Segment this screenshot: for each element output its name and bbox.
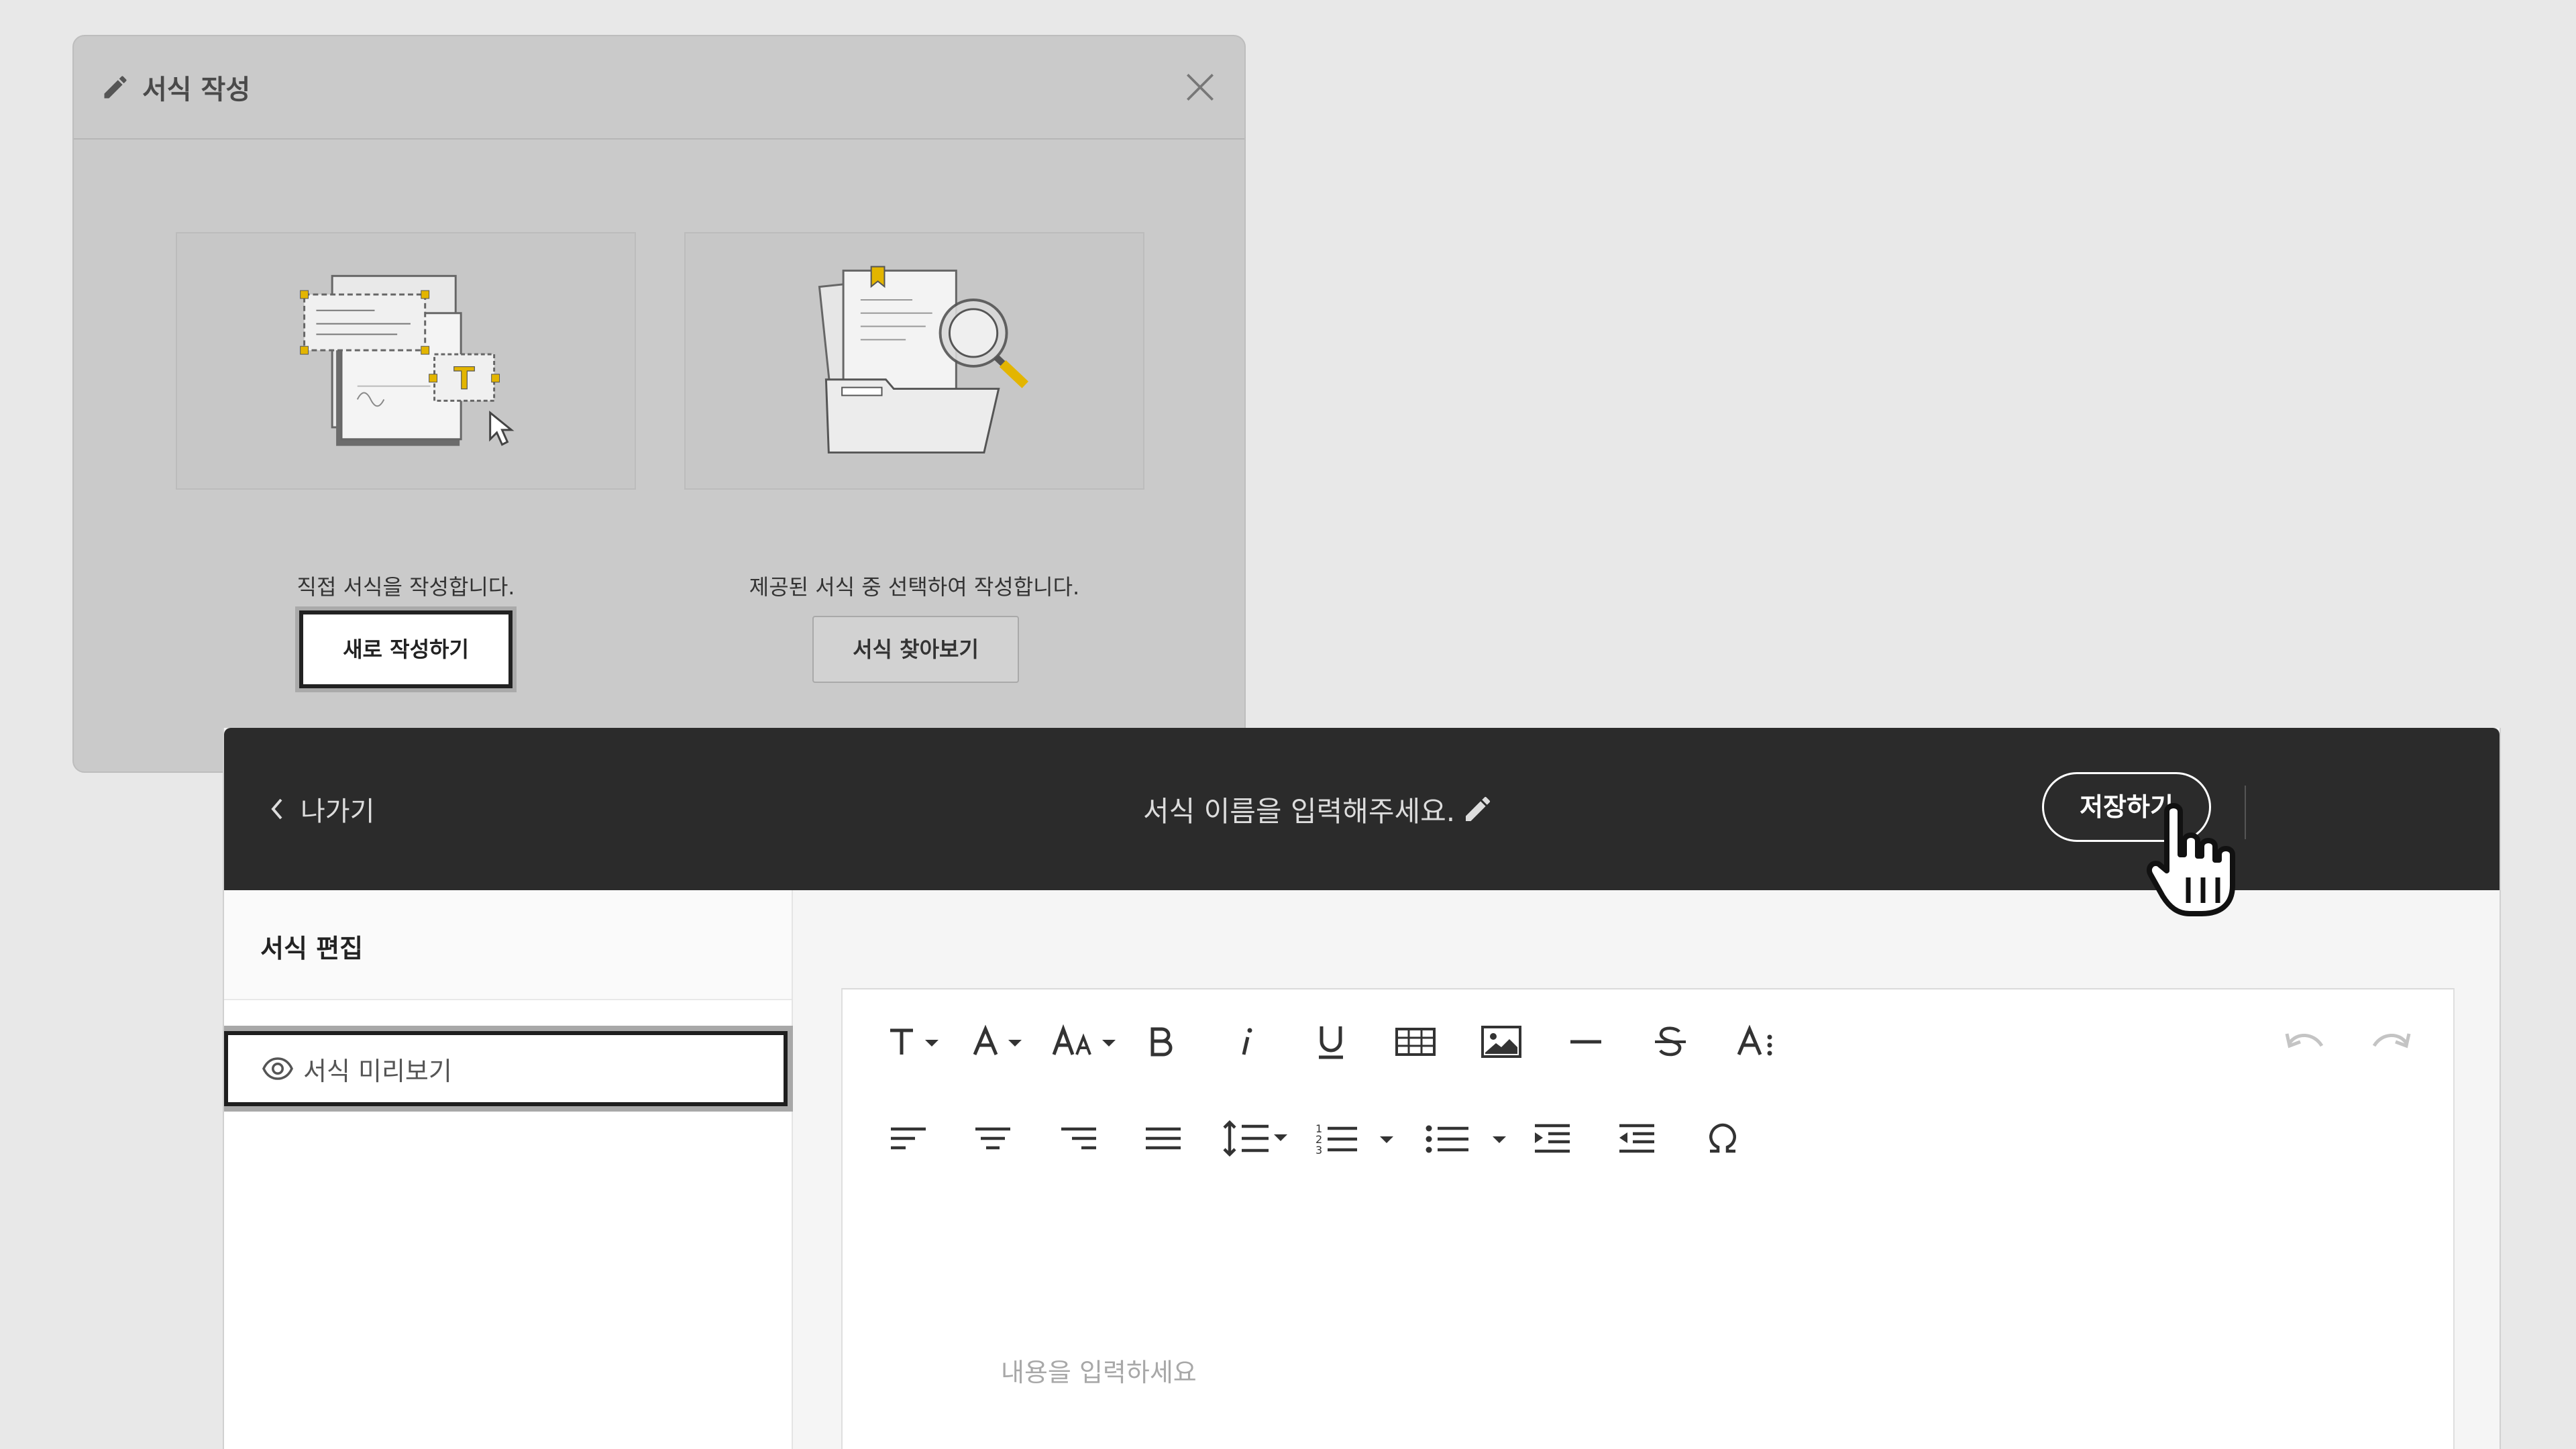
- form-name-placeholder: 서식 이름을 입력해주세요.: [1143, 794, 1456, 828]
- back-button[interactable]: 나가기: [267, 786, 374, 833]
- chevron-left-icon: [271, 798, 282, 820]
- italic-button[interactable]: [1221, 1016, 1272, 1067]
- align-justify-button[interactable]: [1138, 1113, 1189, 1164]
- editor-sidebar: 서식 편집 서식 미리보기: [224, 890, 793, 1449]
- bold-button[interactable]: [1135, 1016, 1186, 1067]
- underline-button[interactable]: [1305, 1016, 1356, 1067]
- folder-search-illustration-icon: [818, 266, 1029, 454]
- template-browse-illustration: [684, 232, 1144, 490]
- sidebar-item-preview[interactable]: 서식 미리보기: [224, 1026, 793, 1112]
- table-button[interactable]: [1387, 1016, 1444, 1067]
- content-placeholder: 내용을 입력하세요: [1001, 1358, 1197, 1387]
- outdent-button[interactable]: [1611, 1113, 1662, 1164]
- direct-create-illustration: T: [176, 232, 636, 490]
- horizontal-rule-button[interactable]: [1560, 1016, 1611, 1067]
- unordered-list-dropdown[interactable]: [1422, 1113, 1512, 1164]
- document-edit-illustration-icon: T: [300, 274, 515, 446]
- align-left-button[interactable]: [883, 1113, 934, 1164]
- image-icon: [1481, 1026, 1521, 1058]
- table-icon: [1395, 1028, 1436, 1056]
- svg-text:3: 3: [1316, 1144, 1322, 1157]
- dialog-title: 서식 작성: [142, 74, 251, 105]
- form-name-field[interactable]: 서식 이름을 입력해주세요.: [1143, 786, 1494, 833]
- dialog-title-wrap: 서식 작성: [101, 68, 250, 106]
- sidebar-title: 서식 편집: [260, 934, 364, 963]
- pencil-icon: [1466, 796, 1491, 821]
- omega-icon: [1709, 1123, 1736, 1153]
- text-format-dropdown[interactable]: [883, 1016, 947, 1067]
- bold-icon: [1150, 1027, 1173, 1057]
- image-button[interactable]: [1473, 1016, 1529, 1067]
- font-color-dropdown[interactable]: [967, 1016, 1032, 1067]
- undo-button[interactable]: [2278, 1016, 2332, 1067]
- line-height-icon: [1223, 1120, 1287, 1157]
- new-create-button[interactable]: 새로 작성하기: [295, 606, 517, 692]
- special-characters-button[interactable]: [1697, 1113, 1748, 1164]
- template-browse-description: 제공된 서식 중 선택하여 작성합니다.: [749, 574, 1080, 600]
- content-editor[interactable]: 1 2 3 내용을 입력하세요: [841, 988, 2455, 1449]
- close-icon[interactable]: [1181, 68, 1219, 106]
- text-format-icon: [890, 1028, 938, 1055]
- line-height-dropdown[interactable]: [1220, 1113, 1291, 1164]
- hand-pointer-icon: [2147, 803, 2235, 916]
- eye-icon: [262, 1057, 293, 1080]
- bullet-list-icon: [1426, 1125, 1506, 1153]
- align-right-icon: [1061, 1127, 1096, 1150]
- indent-icon: [1535, 1124, 1570, 1153]
- sidebar-header: 서식 편집: [224, 890, 792, 1000]
- align-center-icon: [975, 1127, 1010, 1150]
- dialog-header: 서식 작성: [74, 36, 1244, 140]
- redo-icon: [2372, 1033, 2411, 1049]
- align-right-button[interactable]: [1053, 1113, 1104, 1164]
- align-center-button[interactable]: [967, 1113, 1018, 1164]
- indent-button[interactable]: [1527, 1113, 1578, 1164]
- more-text-style-button[interactable]: [1728, 1016, 1784, 1067]
- strikethrough-icon: [1655, 1026, 1686, 1057]
- horizontal-rule-icon: [1570, 1040, 1601, 1044]
- underline-icon: [1319, 1026, 1343, 1059]
- italic-icon: [1242, 1028, 1252, 1055]
- font-color-icon: [973, 1024, 1022, 1055]
- text-style-more-icon: [1737, 1024, 1772, 1056]
- strikethrough-button[interactable]: [1645, 1016, 1696, 1067]
- svg-text:T: T: [454, 361, 475, 396]
- back-button-label: 나가기: [301, 796, 375, 827]
- font-size-dropdown[interactable]: [1049, 1016, 1123, 1067]
- align-justify-icon: [1146, 1127, 1181, 1150]
- redo-button[interactable]: [2364, 1016, 2418, 1067]
- create-form-dialog: 서식 작성 T 직접 서식을 작성합니다. 새로 작성하기 제공된 서식 중 선…: [72, 35, 1246, 773]
- font-size-icon: [1052, 1024, 1116, 1055]
- sidebar-item-label: 서식 미리보기: [303, 1056, 452, 1086]
- pencil-icon: [104, 76, 127, 99]
- browse-templates-button[interactable]: 서식 찾아보기: [812, 616, 1019, 683]
- ordered-list-dropdown[interactable]: 1 2 3: [1312, 1113, 1399, 1164]
- outdent-icon: [1619, 1124, 1654, 1153]
- undo-icon: [2285, 1033, 2324, 1049]
- align-left-icon: [891, 1127, 926, 1150]
- direct-create-description: 직접 서식을 작성합니다.: [297, 574, 515, 600]
- ordered-list-icon: 1 2 3: [1316, 1122, 1393, 1157]
